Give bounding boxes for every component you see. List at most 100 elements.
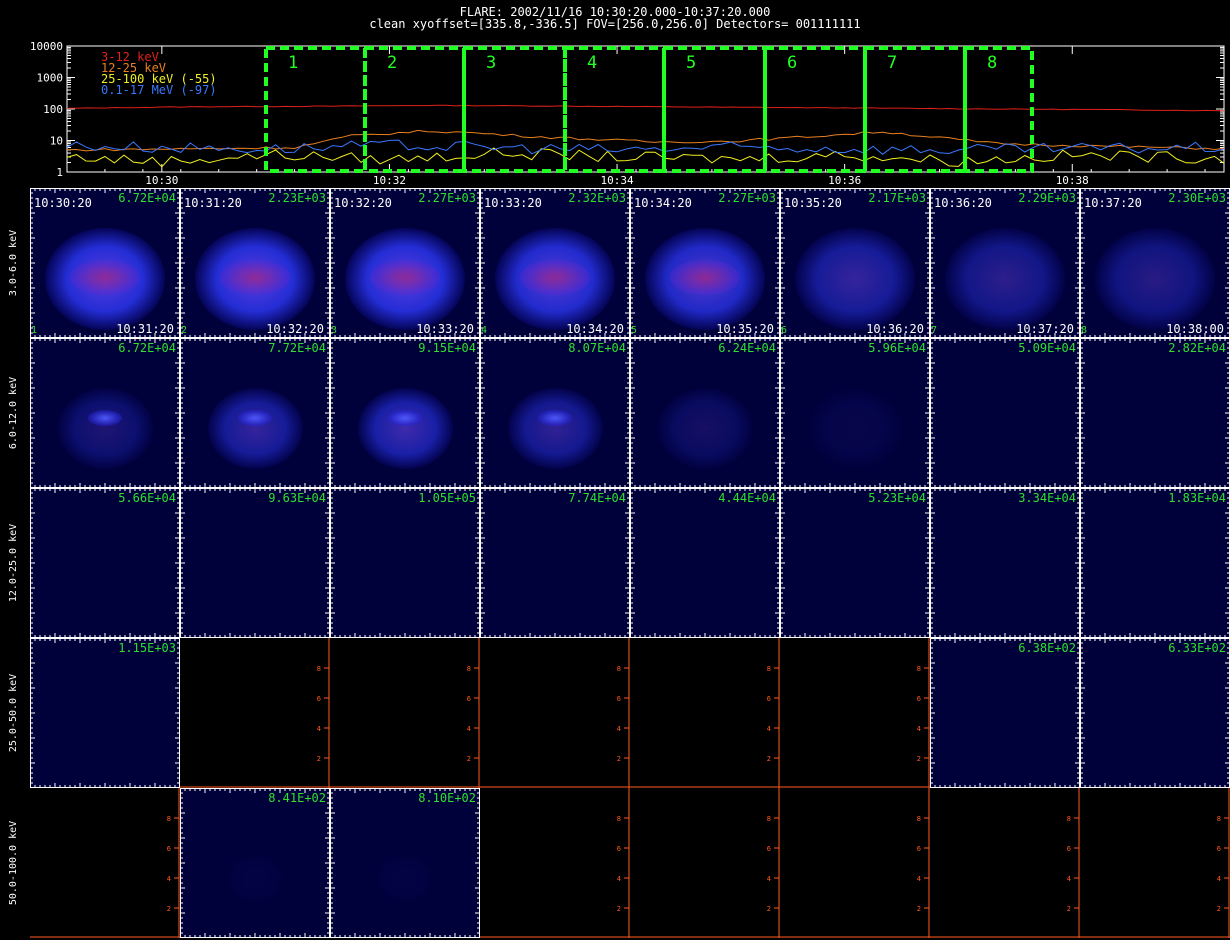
svg-text:8: 8	[617, 665, 621, 673]
energy-band-label: 25.0-50.0 keV	[8, 673, 19, 753]
image-tile: 2 4 6 8	[780, 788, 930, 938]
interval-end-time: 10:31:20	[116, 322, 174, 336]
source-core	[370, 260, 440, 295]
lightcurve-plot: 1 10 100 1000 10000 10:30 10:32 10:34 10:36 10:38…	[30, 40, 1225, 185]
image-tile: 5.09E+04	[930, 338, 1080, 488]
x-tick-label: 10:34	[600, 174, 633, 185]
image-tile: 2 4 6 8	[630, 788, 780, 938]
interval-start-time: 10:35:20	[784, 196, 842, 210]
image-tile: 2 4 6 8	[930, 788, 1080, 938]
peak-value-label: 2.29E+03	[1018, 191, 1076, 205]
x-tick-label: 10:38	[1056, 174, 1089, 185]
source-core	[238, 410, 272, 426]
peak-value-label: 6.38E+02	[1018, 641, 1076, 655]
peak-value-label: 6.33E+02	[1168, 641, 1226, 655]
image-tile: 8.41E+02	[180, 788, 330, 938]
svg-text:2: 2	[1217, 905, 1221, 913]
image-tile: 2.17E+03 10:35:20 10:36:20 6	[780, 188, 930, 338]
svg-text:4: 4	[1217, 875, 1221, 883]
interval-start-time: 10:34:20	[634, 196, 692, 210]
interval-index: 3	[331, 325, 338, 336]
image-tile: 2 4 6 8	[630, 638, 780, 788]
image-tile: 6.33E+02	[1080, 638, 1230, 788]
interval-index: 5	[631, 325, 638, 336]
source-core	[388, 410, 422, 426]
interval-box-6	[763, 46, 867, 173]
source-emission	[1095, 227, 1215, 330]
series-line-0	[67, 104, 1225, 112]
interval-label: 6	[787, 53, 797, 73]
source-core	[520, 260, 590, 295]
interval-index: 6	[781, 325, 788, 336]
svg-text:2: 2	[1067, 905, 1071, 913]
interval-label: 7	[887, 53, 897, 73]
image-tile: 2.23E+03 10:31:20 10:32:20 2	[180, 188, 330, 338]
image-tile: 3.34E+04	[930, 488, 1080, 638]
interval-start-time: 10:36:20	[934, 196, 992, 210]
peak-value-label: 5.09E+04	[1018, 341, 1076, 355]
image-tile: 2 4 6 8	[1080, 788, 1230, 938]
image-tile: 6.72E+04 10:30:20 10:31:20 1	[30, 188, 180, 338]
image-tile: 2.30E+03 10:37:20 10:38:00 8	[1080, 188, 1230, 338]
image-tile: 1.15E+03	[30, 638, 180, 788]
image-tile: 6.72E+04	[30, 338, 180, 488]
peak-value-label: 8.10E+02	[418, 791, 476, 805]
energy-band-label: 12.0-25.0 keV	[8, 523, 19, 603]
svg-text:6: 6	[767, 845, 771, 853]
energy-band-label: 3.0-6.0 keV	[8, 229, 19, 297]
y-tick-label: 100	[43, 103, 63, 116]
interval-label: 2	[387, 53, 397, 73]
interval-start-time: 10:30:20	[34, 196, 92, 210]
peak-value-label: 2.27E+03	[718, 191, 776, 205]
image-tile: 8.10E+02	[330, 788, 480, 938]
interval-start-time: 10:32:20	[334, 196, 392, 210]
image-tile: 2.32E+03 10:33:20 10:34:20 4	[480, 188, 630, 338]
peak-value-label: 6.24E+04	[718, 341, 776, 355]
svg-text:2: 2	[317, 755, 321, 763]
peak-value-label: 9.63E+04	[268, 491, 326, 505]
peak-value-label: 7.74E+04	[568, 491, 626, 505]
svg-text:4: 4	[317, 725, 321, 733]
peak-value-label: 1.05E+05	[418, 491, 476, 505]
interval-index: 8	[1081, 325, 1088, 336]
svg-text:6: 6	[617, 845, 621, 853]
interval-box-3	[462, 46, 567, 173]
svg-text:2: 2	[917, 905, 921, 913]
svg-text:8: 8	[617, 815, 621, 823]
image-tile: 5.96E+04	[780, 338, 930, 488]
svg-text:4: 4	[617, 725, 621, 733]
y-tick-label: 1	[56, 166, 63, 179]
interval-end-time: 10:36:20	[866, 322, 924, 336]
source-emission	[207, 388, 303, 469]
interval-index: 4	[481, 325, 488, 336]
svg-text:4: 4	[917, 725, 921, 733]
interval-end-time: 10:38:00	[1166, 322, 1224, 336]
interval-end-time: 10:33:20	[416, 322, 474, 336]
peak-value-label: 2.82E+04	[1168, 341, 1226, 355]
interval-index: 1	[31, 325, 38, 336]
svg-text:4: 4	[767, 725, 771, 733]
svg-text:2: 2	[617, 755, 621, 763]
peak-value-label: 8.41E+02	[268, 791, 326, 805]
image-tile: 2 4 6 8	[480, 788, 630, 938]
interval-label: 3	[486, 53, 496, 73]
peak-value-label: 2.32E+03	[568, 191, 626, 205]
interval-end-time: 10:32:20	[266, 322, 324, 336]
peak-value-label: 7.72E+04	[268, 341, 326, 355]
svg-text:8: 8	[1067, 815, 1071, 823]
image-tile: 5.66E+04	[30, 488, 180, 638]
image-tile: 6.38E+02	[930, 638, 1080, 788]
svg-text:6: 6	[467, 695, 471, 703]
peak-value-label: 4.44E+04	[718, 491, 776, 505]
image-tile: 6.24E+04	[630, 338, 780, 488]
image-tile: 2.27E+03 10:32:20 10:33:20 3	[330, 188, 480, 338]
svg-text:6: 6	[317, 695, 321, 703]
source-core	[670, 260, 740, 295]
image-tile: 2.29E+03 10:36:20 10:37:20 7	[930, 188, 1080, 338]
interval-label: 8	[987, 53, 997, 73]
peak-value-label: 5.96E+04	[868, 341, 926, 355]
peak-value-label: 5.66E+04	[118, 491, 176, 505]
image-tile: 2.27E+03 10:34:20 10:35:20 5	[630, 188, 780, 338]
peak-value-label: 6.72E+04	[118, 341, 176, 355]
svg-text:2: 2	[917, 755, 921, 763]
